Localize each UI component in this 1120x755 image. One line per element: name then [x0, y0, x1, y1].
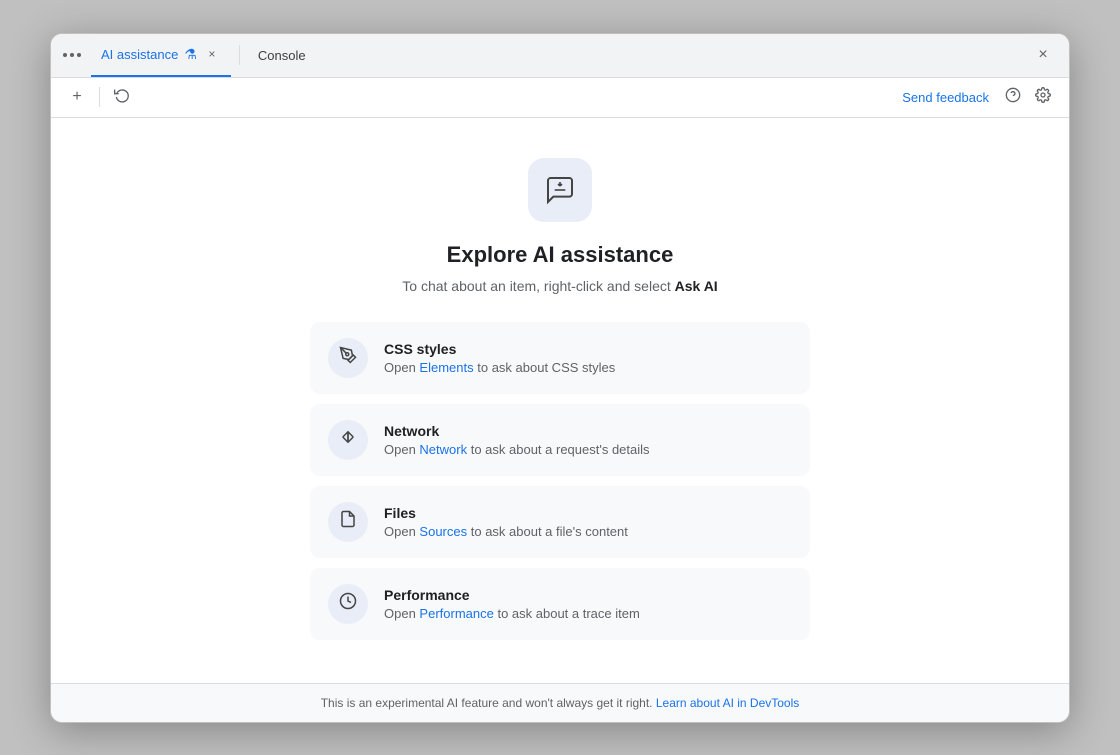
files-feature-title: Files — [384, 505, 792, 521]
tab-ai-assistance[interactable]: AI assistance ⚗ × — [91, 33, 231, 77]
css-feature-text: CSS styles Open Elements to ask about CS… — [384, 341, 792, 375]
feature-card-files: Files Open Sources to ask about a file's… — [310, 486, 810, 558]
css-feature-title: CSS styles — [384, 341, 792, 357]
performance-feature-text: Performance Open Performance to ask abou… — [384, 587, 792, 621]
footer: This is an experimental AI feature and w… — [51, 683, 1069, 722]
feature-card-network: Network Open Network to ask about a requ… — [310, 404, 810, 476]
footer-text: This is an experimental AI feature and w… — [321, 696, 656, 710]
tab-console-label: Console — [258, 48, 306, 63]
titlebar: AI assistance ⚗ × Console × — [51, 34, 1069, 78]
css-feature-desc: Open Elements to ask about CSS styles — [384, 360, 792, 375]
brush-icon — [339, 346, 357, 369]
performance-feature-desc: Open Performance to ask about a trace it… — [384, 606, 792, 621]
beaker-icon: ⚗ — [184, 46, 197, 63]
help-button[interactable] — [999, 83, 1027, 111]
add-button[interactable]: + — [63, 83, 91, 111]
features-list: CSS styles Open Elements to ask about CS… — [310, 322, 810, 640]
devtools-window: AI assistance ⚗ × Console × + Send fe — [50, 33, 1070, 723]
tab-ai-label: AI assistance — [101, 47, 178, 62]
explore-subtitle: To chat about an item, right-click and s… — [402, 278, 717, 294]
network-feature-text: Network Open Network to ask about a requ… — [384, 423, 792, 457]
menu-dots[interactable] — [63, 53, 81, 57]
main-content: Explore AI assistance To chat about an i… — [51, 118, 1069, 683]
footer-learn-link[interactable]: Learn about AI in DevTools — [656, 696, 799, 710]
subtitle-text: To chat about an item, right-click and s… — [402, 278, 674, 294]
css-icon-circle — [328, 338, 368, 378]
file-icon — [339, 510, 357, 533]
history-icon — [114, 87, 130, 108]
tab-console[interactable]: Console — [248, 33, 316, 77]
page-title: Explore AI assistance — [447, 242, 674, 268]
performance-link[interactable]: Performance — [419, 606, 493, 621]
sources-link[interactable]: Sources — [419, 524, 467, 539]
performance-icon-circle — [328, 584, 368, 624]
help-icon — [1005, 87, 1021, 108]
files-feature-desc: Open Sources to ask about a file's conte… — [384, 524, 792, 539]
settings-button[interactable] — [1029, 83, 1057, 111]
network-icon-circle — [328, 420, 368, 460]
add-icon: + — [72, 88, 81, 106]
feature-card-css: CSS styles Open Elements to ask about CS… — [310, 322, 810, 394]
network-feature-desc: Open Network to ask about a request's de… — [384, 442, 792, 457]
files-feature-text: Files Open Sources to ask about a file's… — [384, 505, 792, 539]
send-feedback-link[interactable]: Send feedback — [902, 90, 989, 105]
network-feature-title: Network — [384, 423, 792, 439]
history-button[interactable] — [108, 83, 136, 111]
toolbar-divider — [99, 87, 100, 107]
subtitle-bold: Ask AI — [675, 278, 718, 294]
ai-chat-icon — [544, 174, 576, 206]
window-close-icon: × — [1038, 46, 1047, 64]
performance-icon — [339, 592, 357, 615]
performance-feature-title: Performance — [384, 587, 792, 603]
window-close-button[interactable]: × — [1029, 41, 1057, 69]
ai-icon-container — [528, 158, 592, 222]
gear-icon — [1035, 87, 1051, 108]
tab-separator — [239, 45, 240, 65]
tab-close-icon[interactable]: × — [203, 45, 221, 63]
feature-card-performance: Performance Open Performance to ask abou… — [310, 568, 810, 640]
files-icon-circle — [328, 502, 368, 542]
arrows-icon — [339, 428, 357, 451]
network-link[interactable]: Network — [419, 442, 467, 457]
elements-link[interactable]: Elements — [419, 360, 473, 375]
toolbar: + Send feedback — [51, 78, 1069, 118]
